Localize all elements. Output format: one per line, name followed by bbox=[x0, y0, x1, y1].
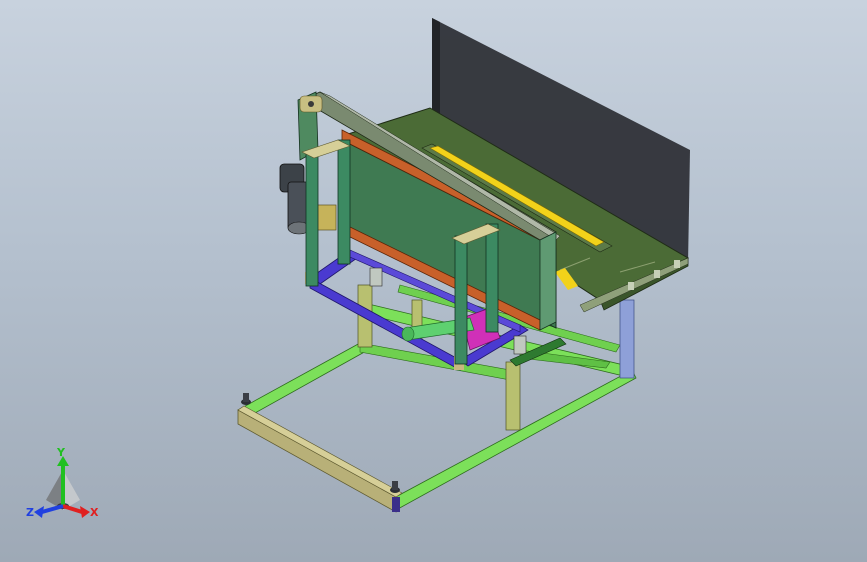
z-axis-arrow-icon bbox=[34, 504, 64, 518]
y-axis-label: Y bbox=[56, 448, 66, 459]
x-axis-arrow-icon bbox=[62, 504, 90, 518]
cad-model-scene[interactable] bbox=[0, 0, 867, 562]
z-axis-label: Z bbox=[26, 506, 34, 519]
x-axis-label: X bbox=[90, 506, 99, 519]
3d-model-viewport[interactable]: Y X Z bbox=[0, 0, 867, 562]
orientation-triad: Y X Z bbox=[26, 448, 99, 519]
base-frame bbox=[237, 284, 637, 513]
